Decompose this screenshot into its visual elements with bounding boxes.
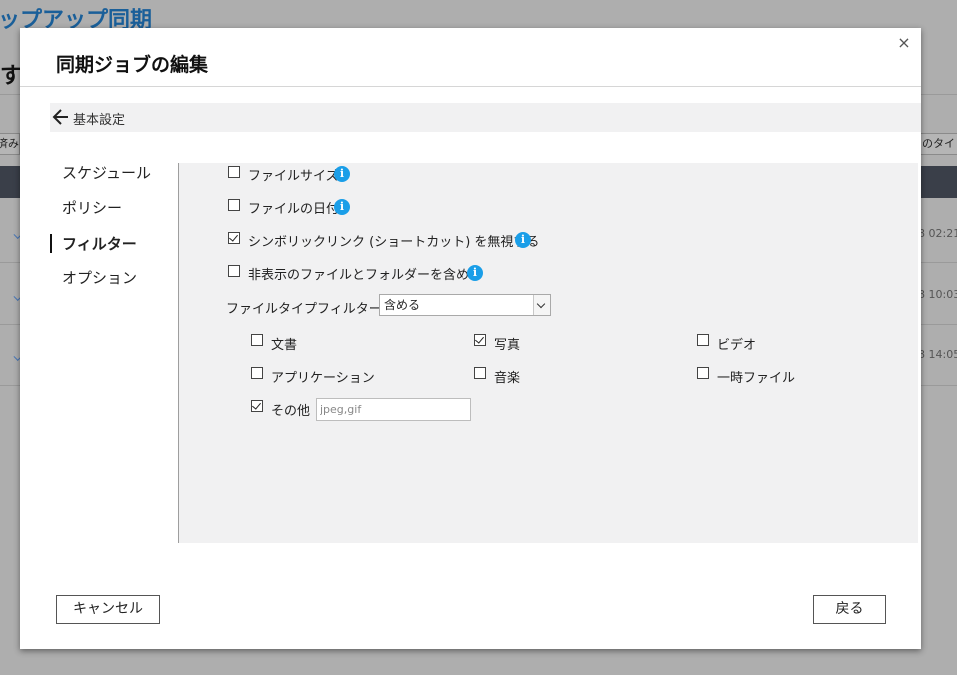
file-type-filter-value: 含める [384,298,421,312]
file-date-checkbox[interactable] [228,199,240,211]
background-timestamp: 8 02:21 [918,227,957,240]
background-left-tab: 済み [0,133,20,155]
info-icon[interactable]: i [334,199,350,215]
info-icon[interactable]: i [334,166,350,182]
type-videos-checkbox[interactable] [697,334,709,346]
close-icon[interactable]: × [895,34,913,52]
nav-item-filter[interactable]: フィルター [62,233,137,254]
type-other-label: その他 [271,404,311,419]
background-right-tab: のタイ [917,133,957,155]
background-timestamp: 8 14:05 [918,348,957,361]
file-type-filter-select[interactable]: 含める [379,294,551,316]
dialog-title: 同期ジョブの編集 [56,54,209,76]
chevron-down-icon[interactable] [533,295,550,315]
ignore-symlinks-checkbox[interactable] [228,232,240,244]
ignore-symlinks-label: シンボリックリンク (ショートカット) を無視する [248,235,540,250]
include-hidden-label: 非表示のファイルとフォルダーを含める [248,268,483,283]
info-icon[interactable]: i [467,265,483,281]
type-documents-label: 文書 [271,338,298,353]
edit-sync-job-dialog: × 同期ジョブの編集 基本設定 スケジュール ポリシー フィルター オプション … [20,28,921,649]
file-size-label: ファイルサイズ [248,169,339,184]
type-music-label: 音楽 [494,371,521,386]
file-date-label: ファイルの日付 [248,202,340,217]
file-type-filter-label: ファイルタイプフィルター: [226,302,387,317]
back-arrow-icon[interactable] [52,106,70,128]
other-extensions-input[interactable] [316,398,471,421]
type-documents-checkbox[interactable] [251,334,263,346]
type-videos-label: ビデオ [717,338,757,353]
include-hidden-checkbox[interactable] [228,265,240,277]
nav-item-policy[interactable]: ポリシー [62,197,122,218]
type-other-checkbox[interactable] [251,400,263,412]
type-applications-label: アプリケーション [271,371,375,386]
type-temp-files-label: 一時ファイル [717,371,796,386]
background-subtitle: す [0,64,23,89]
nav-item-options[interactable]: オプション [62,267,137,288]
breadcrumb-label[interactable]: 基本設定 [73,109,125,128]
type-temp-files-checkbox[interactable] [697,367,709,379]
type-photos-checkbox[interactable] [474,334,486,346]
file-size-checkbox[interactable] [228,166,240,178]
title-divider [20,86,921,87]
filter-panel: ファイルサイズ i ファイルの日付 i シンボリックリンク (ショートカット) … [178,163,918,543]
type-photos-label: 写真 [494,338,521,353]
back-button[interactable]: 戻る [813,595,886,624]
breadcrumb[interactable]: 基本設定 [50,103,921,132]
nav-active-indicator [50,234,52,253]
background-timestamp: 8 10:03 [918,288,957,301]
type-music-checkbox[interactable] [474,367,486,379]
nav-item-schedule[interactable]: スケジュール [62,162,151,183]
info-icon[interactable]: i [515,232,531,248]
cancel-button[interactable]: キャンセル [56,595,160,624]
type-applications-checkbox[interactable] [251,367,263,379]
